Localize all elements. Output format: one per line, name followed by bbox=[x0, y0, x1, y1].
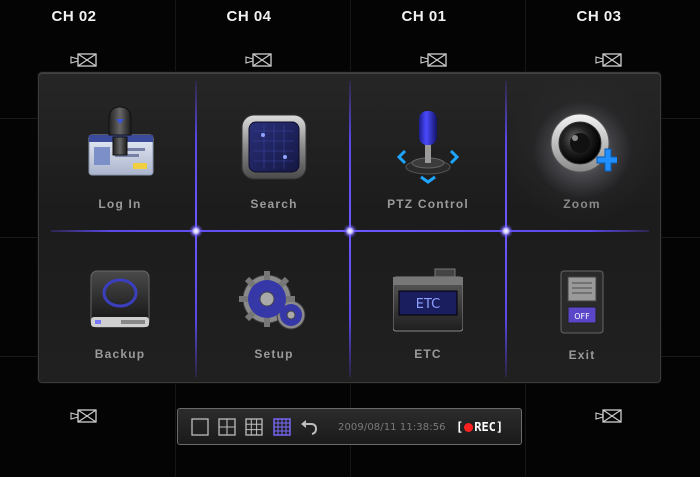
menu-item-label: Log In bbox=[98, 197, 142, 211]
rec-bracket: [ bbox=[456, 420, 464, 434]
menu-item-backup[interactable]: Backup bbox=[43, 233, 197, 381]
no-video-camera-icon bbox=[70, 53, 97, 67]
etc-box-icon: ETC bbox=[393, 268, 463, 332]
no-video-camera-icon bbox=[70, 409, 97, 423]
rec-label: REC] bbox=[474, 420, 504, 434]
main-menu-panel: Log In Search PTZ Control Zoom Backup Se… bbox=[38, 72, 661, 383]
divider-spark bbox=[499, 224, 513, 238]
menu-item-ptz-control[interactable]: PTZ Control bbox=[351, 79, 505, 227]
divider-spark bbox=[343, 224, 357, 238]
menu-item-setup[interactable]: Setup bbox=[197, 233, 351, 381]
timestamp: 2009/08/11 11:38:56 bbox=[338, 422, 446, 433]
nine-split-view-button[interactable] bbox=[245, 418, 263, 436]
rec-dot-icon bbox=[464, 423, 474, 432]
etc-icon-text: ETC bbox=[416, 297, 440, 312]
channel-label: CH 02 bbox=[51, 8, 97, 25]
channel-label: CH 03 bbox=[576, 8, 622, 25]
divider-spark bbox=[189, 224, 203, 238]
channel-label: CH 04 bbox=[226, 8, 272, 25]
search-panel-icon bbox=[241, 114, 307, 180]
gears-icon bbox=[239, 271, 306, 330]
bottom-toolbar: 2009/08/11 11:38:56 [ REC] bbox=[177, 408, 522, 445]
menu-item-label: Exit bbox=[568, 348, 596, 362]
menu-item-search[interactable]: Search bbox=[197, 79, 351, 227]
camera-zoom-icon bbox=[550, 113, 617, 173]
joystick-icon bbox=[396, 111, 460, 184]
power-switch-icon: OFF bbox=[560, 270, 604, 334]
single-view-button[interactable] bbox=[191, 418, 209, 436]
channel-label: CH 01 bbox=[401, 8, 447, 25]
menu-item-zoom[interactable]: Zoom bbox=[505, 79, 659, 227]
rec-indicator: [ REC] bbox=[456, 420, 503, 434]
quad-view-button[interactable] bbox=[218, 418, 236, 436]
menu-item-label: Zoom bbox=[563, 197, 601, 211]
menu-item-login[interactable]: Log In bbox=[43, 79, 197, 227]
no-video-camera-icon bbox=[245, 53, 272, 67]
no-video-camera-icon bbox=[420, 53, 447, 67]
menu-item-label: PTZ Control bbox=[387, 197, 469, 211]
menu-item-etc[interactable]: ETC ETC bbox=[351, 233, 505, 381]
no-video-camera-icon bbox=[595, 53, 622, 67]
no-video-camera-icon bbox=[595, 409, 622, 423]
menu-item-label: ETC bbox=[414, 347, 442, 361]
login-card-icon bbox=[88, 106, 154, 176]
menu-item-label: Setup bbox=[254, 347, 294, 361]
menu-item-label: Backup bbox=[94, 347, 146, 361]
menu-item-label: Search bbox=[250, 197, 298, 211]
backup-drive-icon bbox=[90, 270, 150, 328]
return-icon[interactable] bbox=[300, 418, 318, 436]
menu-item-exit[interactable]: OFF Exit bbox=[505, 233, 659, 381]
sixteen-split-view-button[interactable] bbox=[273, 418, 291, 436]
off-icon-text: OFF bbox=[574, 312, 590, 321]
